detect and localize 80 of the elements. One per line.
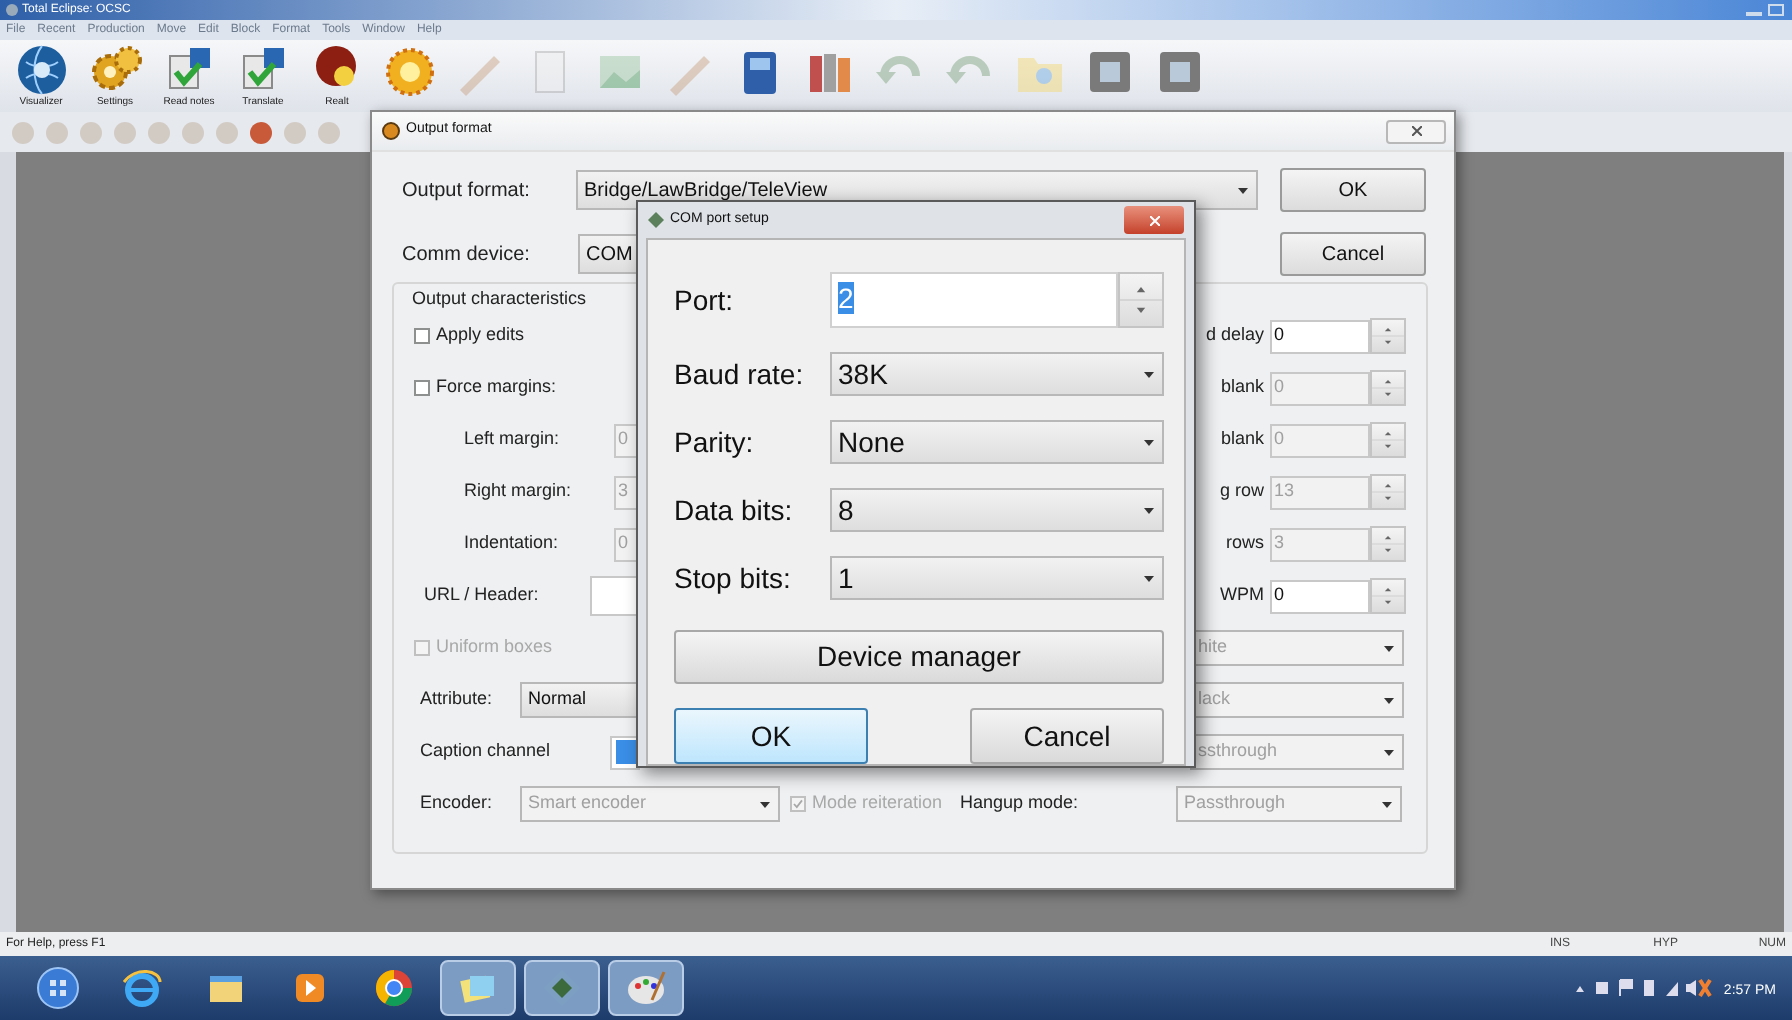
dropdown-arrow-icon (1144, 371, 1154, 377)
dropdown[interactable]: 8 (830, 488, 1164, 532)
dropdown-arrow-icon (1144, 439, 1154, 445)
checkbox-label: Mode reiteration (812, 790, 943, 817)
spinner[interactable] (1370, 526, 1406, 562)
checkbox-label: Apply edits (436, 322, 525, 349)
maximize-icon[interactable] (1768, 4, 1784, 16)
close-icon (1411, 126, 1421, 136)
safe-icon (1154, 46, 1206, 98)
globe-icon (15, 44, 67, 96)
number-field[interactable]: 0 (1270, 579, 1370, 613)
field-label: Right margin: (464, 478, 574, 505)
field-label: Comm device: (402, 241, 532, 269)
field-label: g row (1219, 478, 1264, 505)
close-icon (1149, 215, 1159, 225)
field-label: URL / Header: (424, 582, 541, 609)
field-label: d delay (1205, 322, 1264, 349)
field-label: Stop bits: (674, 559, 793, 598)
checkbox[interactable] (414, 328, 430, 344)
field-label: Encoder: (420, 790, 495, 817)
close-button[interactable] (1124, 206, 1184, 234)
check-icon (792, 798, 804, 810)
dropdown[interactable]: Normal (520, 682, 640, 718)
comm-device-dropdown[interactable]: COM (578, 234, 638, 274)
cancel-button[interactable]: Cancel (970, 708, 1164, 764)
dropdown-arrow-icon (760, 801, 770, 807)
tray-icons-drawing[interactable] (1571, 978, 1712, 998)
field-label: Indentation: (464, 530, 561, 557)
letter-e-globe-icon (120, 966, 164, 1010)
field-label: blank (1220, 426, 1264, 453)
dropdown-arrow-icon (1144, 575, 1154, 581)
field-label: Hangup mode: (960, 790, 1081, 817)
palette-icon (624, 966, 668, 1010)
ok-button[interactable]: OK (674, 708, 868, 764)
ok-button[interactable]: OK (1280, 168, 1426, 212)
dropdown[interactable]: 1 (830, 556, 1164, 600)
spinner[interactable] (1370, 318, 1406, 354)
spinner[interactable] (1118, 272, 1164, 328)
group-title: Output characteristics (412, 286, 587, 310)
dropdown[interactable]: None (830, 420, 1164, 464)
dropdown-arrow-icon (1384, 697, 1394, 703)
taskbar-button[interactable] (608, 960, 684, 1016)
dropdown-arrow-icon (1144, 507, 1154, 513)
gears-icon (89, 44, 141, 96)
field-label: Parity: (674, 423, 756, 462)
field-label: rows (1225, 530, 1264, 557)
field-label: Data bits: (674, 491, 795, 529)
app-icon (382, 122, 400, 140)
close-button[interactable] (1386, 119, 1446, 143)
text-input-field[interactable] (590, 576, 640, 616)
dropdown-arrow-icon (1384, 645, 1394, 651)
dropdown-arrow-icon (1384, 749, 1394, 755)
field-label: blank (1220, 374, 1264, 401)
field-label: Caption channel (420, 738, 553, 765)
dropdown-arrow-icon (1382, 801, 1392, 807)
checkbox-label: Force margins: (436, 374, 557, 401)
cancel-button[interactable]: Cancel (1280, 232, 1426, 276)
field-label: Baud rate: (674, 355, 806, 393)
app-icon (6, 4, 18, 16)
spinner[interactable] (1370, 370, 1406, 406)
taskbar-button[interactable] (524, 960, 600, 1016)
safe-icon (1084, 46, 1136, 98)
number-field[interactable]: 0 (1270, 319, 1370, 353)
field-label: Output format: (402, 177, 532, 205)
field-label: Left margin: (464, 426, 562, 453)
device-manager-button[interactable]: Device manager (674, 630, 1164, 684)
field-label: Port: (674, 281, 736, 319)
wheel-icon (372, 966, 416, 1010)
start-orb-icon (36, 966, 80, 1010)
field-label: WPM (1220, 582, 1264, 609)
selection-highlight (616, 740, 638, 764)
checkbox-label: Uniform boxes (436, 634, 553, 661)
spinner[interactable] (1370, 578, 1406, 614)
checkbox[interactable] (414, 380, 430, 396)
spinner[interactable] (1370, 474, 1406, 510)
spinner[interactable] (1370, 422, 1406, 458)
dropdown-arrow-icon (1238, 187, 1248, 193)
field-label: Attribute: (420, 686, 495, 713)
sun-icon (384, 46, 436, 98)
dropdown[interactable]: 38K (830, 352, 1164, 396)
